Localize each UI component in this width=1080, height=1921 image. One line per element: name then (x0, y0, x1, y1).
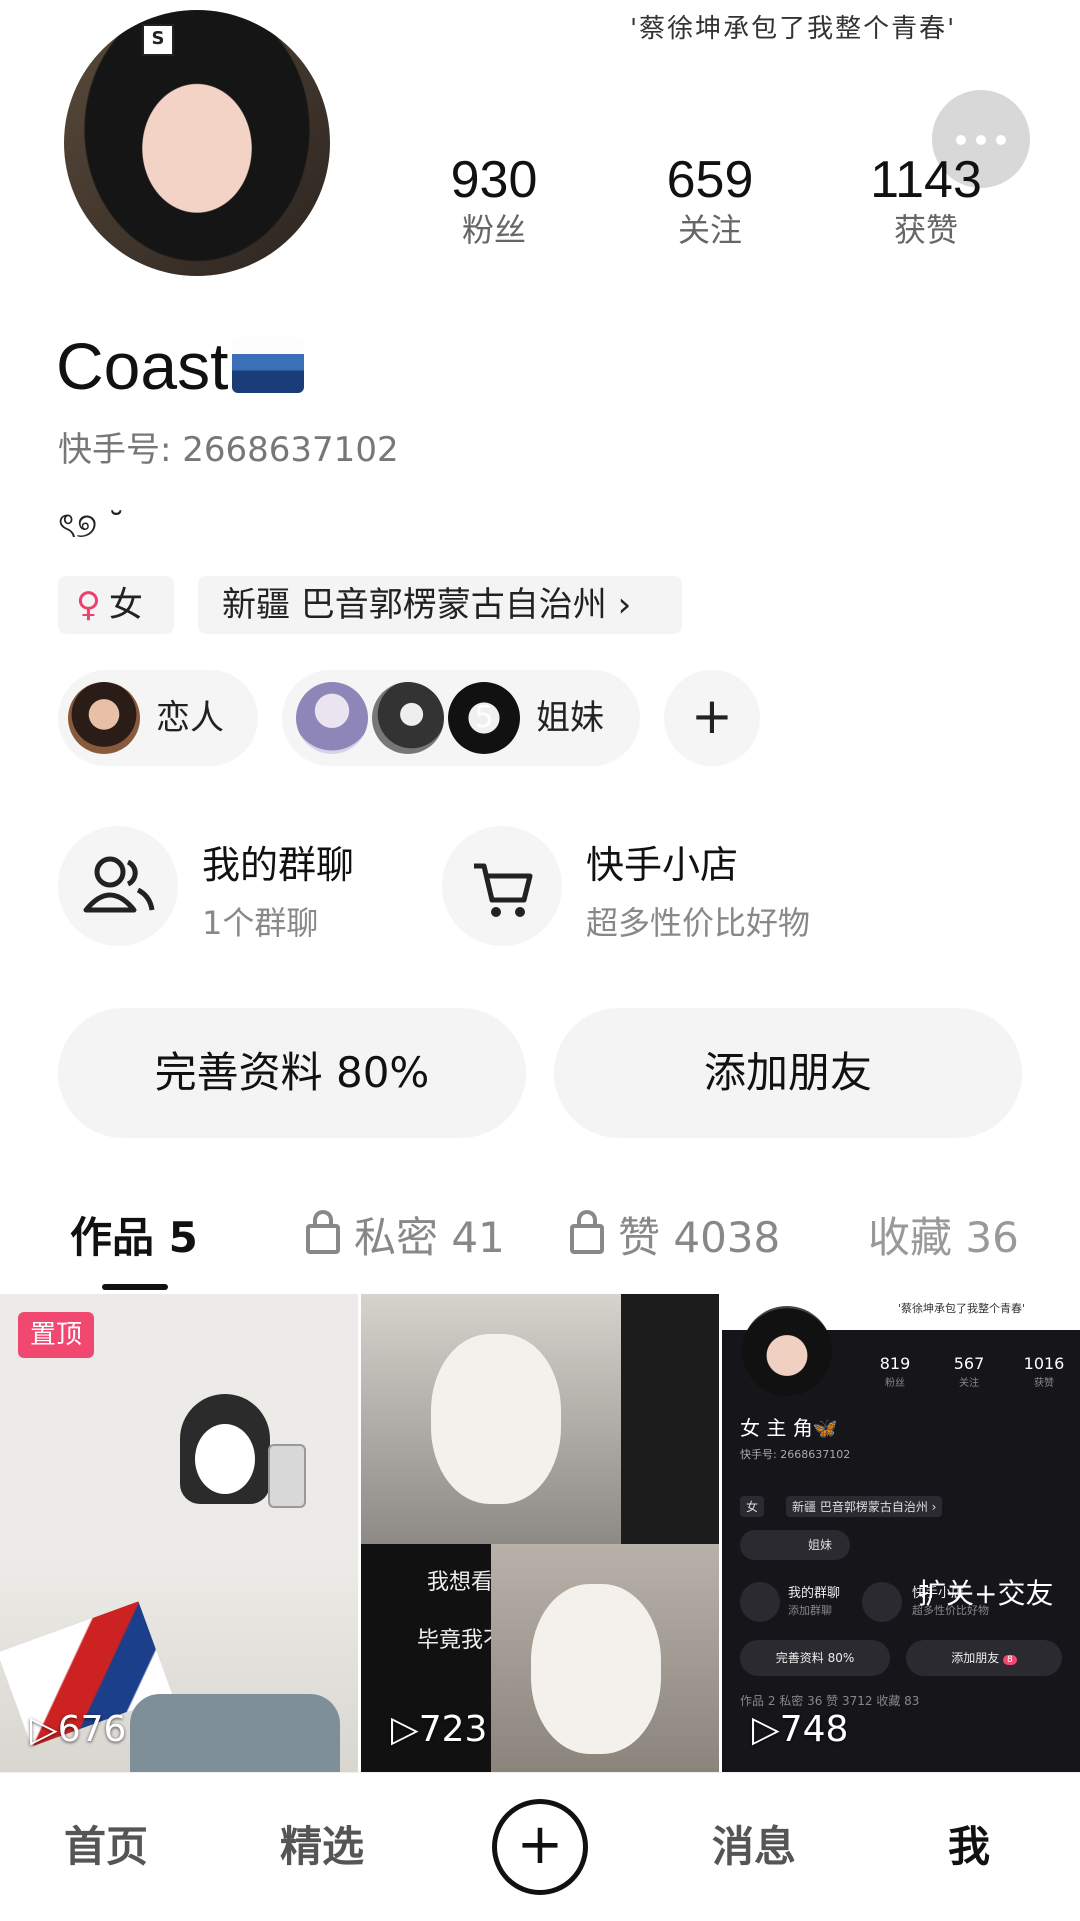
mini-stat: 567 (953, 1354, 985, 1373)
dot-icon (976, 135, 986, 145)
group-icon (83, 856, 155, 913)
group-chat-subtitle: 1个群聊 (202, 904, 319, 942)
mini-location: 新疆 巴音郭楞蒙古自治州 › (786, 1496, 943, 1517)
mini-id: 快手号: 2668637102 (740, 1448, 851, 1461)
lock-icon (570, 1210, 604, 1254)
bio-text: ৎ୭ ˘ (58, 506, 125, 546)
mini-complete: 完善资料 80% (740, 1640, 890, 1676)
stat-followers[interactable]: 930 粉丝 (404, 150, 584, 250)
mini-banner: '蔡徐坤承包了我整个青春' (898, 1302, 1026, 1315)
tab-label: 私密 41 (354, 1213, 505, 1262)
username-text: Coast (56, 329, 229, 403)
play-count: ▷676 (30, 1709, 127, 1750)
gender-chip[interactable]: ♀ 女 (58, 576, 174, 634)
group-chat-entry-icon[interactable] (58, 826, 178, 946)
shop-subtitle: 超多性价比好物 (586, 904, 811, 942)
face-blur (195, 1424, 255, 1494)
mini-stat-label: 关注 (959, 1378, 979, 1389)
stat-value: 930 (450, 151, 538, 209)
mini-group-sub: 添加群聊 (788, 1604, 832, 1617)
mini-stat-label: 粉丝 (885, 1378, 905, 1389)
tab-label: 赞 4038 (618, 1213, 781, 1262)
cart-icon (474, 863, 533, 917)
nav-featured[interactable]: 精选 (280, 1813, 364, 1874)
mini-stat: 819 (879, 1354, 911, 1373)
play-count: ▷748 (752, 1709, 849, 1750)
mini-tabs: 作品 2 私密 36 赞 3712 收藏 83 (740, 1694, 920, 1708)
lock-icon (306, 1210, 340, 1254)
person-shirt (130, 1694, 340, 1772)
wave-emoji-icon (232, 337, 305, 393)
relation-label: 恋人 (156, 698, 224, 738)
relation-sisters[interactable]: 5 姐妹 (282, 670, 640, 766)
stat-likes[interactable]: 1143 获赞 (836, 150, 1016, 250)
stat-label: 粉丝 (461, 211, 526, 249)
mini-stat-label: 获赞 (1034, 1378, 1054, 1389)
chat-text-1: 我想看 (427, 1570, 494, 1595)
sister-avatar (296, 682, 368, 754)
shop-entry-icon[interactable] (442, 826, 562, 946)
stat-following[interactable]: 659 关注 (620, 150, 800, 250)
tab-favorites[interactable]: 收藏 36 (868, 1204, 1019, 1265)
stat-value: 659 (666, 151, 754, 209)
stat-value: 1143 (870, 151, 982, 209)
stat-label: 获赞 (893, 211, 958, 249)
complete-profile-button[interactable]: 完善资料 80% (58, 1008, 526, 1138)
video-thumbnail-3[interactable]: '蔡徐坤承包了我整个青春' 819 粉丝 567 关注 1016 获赞 女 主 … (722, 1294, 1080, 1772)
location-chip[interactable]: 新疆 巴音郭楞蒙古自治州 › (198, 576, 682, 634)
shop-title[interactable]: 快手小店 (586, 834, 738, 889)
tab-likes[interactable]: 赞 4038 (570, 1204, 780, 1265)
tab-private[interactable]: 私密 41 (306, 1204, 505, 1265)
profile-avatar[interactable] (64, 10, 330, 276)
female-icon: ♀ (76, 585, 101, 625)
nav-home[interactable]: 首页 (64, 1813, 148, 1874)
lover-avatar (68, 682, 140, 754)
active-tab-indicator (102, 1284, 168, 1290)
add-relation-button[interactable]: + (664, 670, 760, 766)
video-thumbnail-2[interactable]: 我想看 毕竟我不 ▷723 (361, 1294, 719, 1772)
pinned-badge: 置顶 (18, 1312, 95, 1358)
mini-avatar (742, 1306, 832, 1396)
dot-icon (996, 135, 1006, 145)
kuaishou-id[interactable]: 快手号: 2668637102 (58, 422, 399, 471)
mini-stat: 1016 (1023, 1354, 1065, 1373)
stat-label: 关注 (677, 211, 742, 249)
nav-me[interactable]: 我 (948, 1813, 990, 1874)
mini-overlay-text: 扩关+交友 (918, 1577, 1054, 1610)
relation-lover[interactable]: 恋人 (58, 670, 258, 766)
dot-icon (956, 135, 966, 145)
mini-group-title: 我的群聊 (788, 1586, 841, 1601)
sister-avatar (372, 682, 444, 754)
tab-works[interactable]: 作品 5 (70, 1204, 198, 1265)
header-banner-text: '蔡徐坤承包了我整个青春' (630, 14, 957, 44)
mini-gender: 女 (740, 1496, 765, 1517)
mini-name: 女 主 角🦋 (740, 1416, 838, 1440)
add-friend-button[interactable]: 添加朋友 (554, 1008, 1022, 1138)
mini-relation: 姐妹 (808, 1538, 833, 1552)
face-mask (431, 1334, 561, 1504)
group-chat-title[interactable]: 我的群聊 (202, 834, 354, 889)
bottom-navigation: 首页 精选 + 消息 我 (0, 1772, 1080, 1921)
play-count: ▷723 (391, 1709, 488, 1750)
video-thumbnail-1[interactable]: ▷676 (0, 1294, 358, 1772)
username: Coast (56, 328, 305, 404)
avatar-badge: S (142, 24, 174, 56)
phone-image (268, 1444, 306, 1508)
gender-label: 女 (108, 585, 143, 625)
mini-add-friend: 添加朋友 8 (906, 1640, 1062, 1676)
face-mask (531, 1584, 661, 1754)
relation-label: 姐妹 (536, 698, 604, 738)
nav-messages[interactable]: 消息 (712, 1813, 796, 1874)
sister-count-avatar: 5 (448, 682, 520, 754)
create-post-button[interactable]: + (492, 1799, 588, 1895)
